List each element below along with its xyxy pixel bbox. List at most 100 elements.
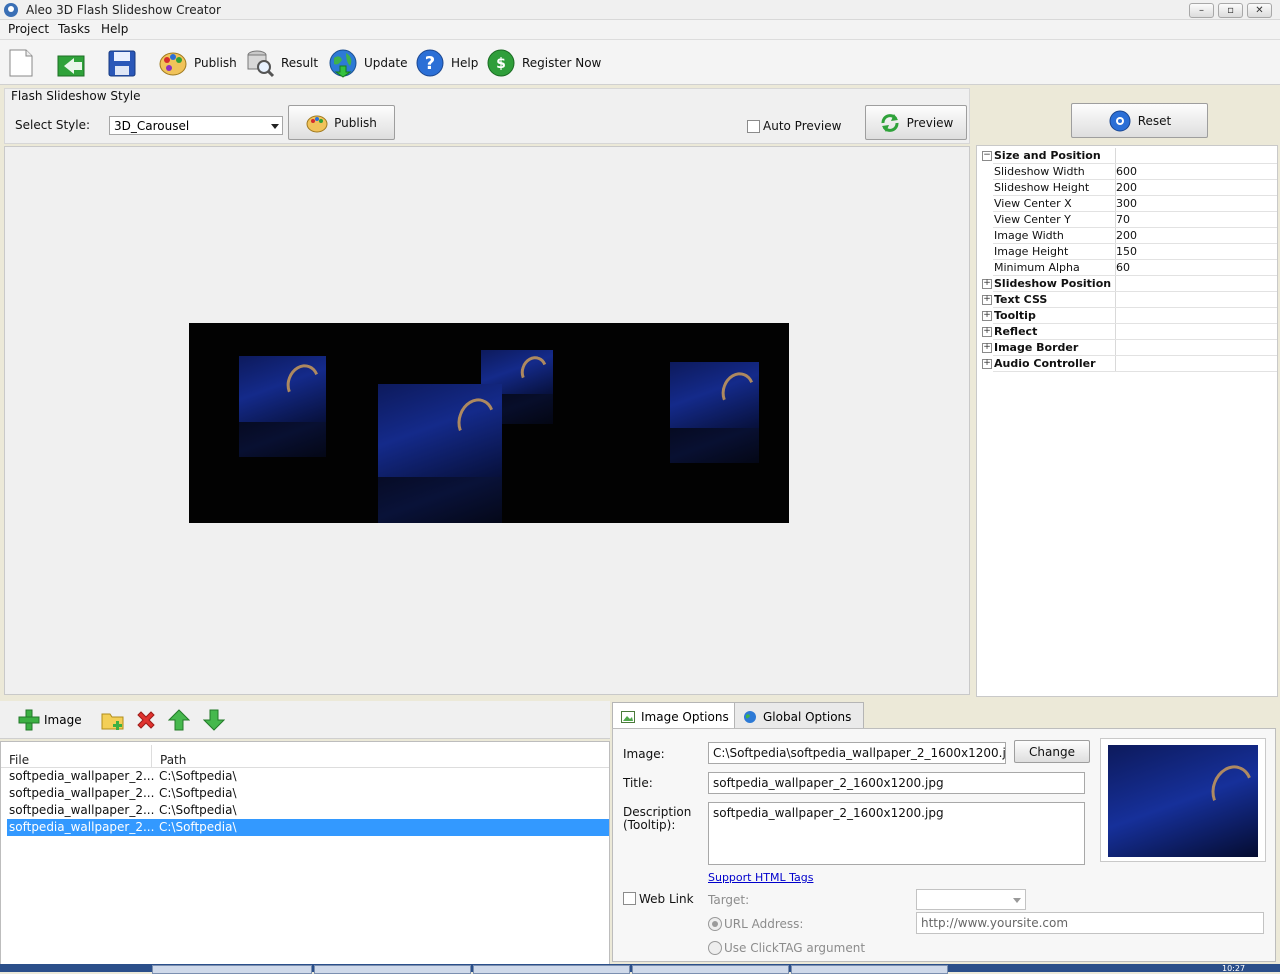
new-button[interactable] <box>6 46 36 80</box>
update-button[interactable]: Update <box>328 46 407 80</box>
expand-icon[interactable]: + <box>982 311 992 321</box>
add-folder-button[interactable] <box>101 709 125 734</box>
publish-toolbar-button[interactable]: Publish <box>158 46 237 80</box>
property-row[interactable]: Minimum Alpha 60 <box>977 260 1277 276</box>
open-button[interactable] <box>56 46 86 80</box>
window-title: Aleo 3D Flash Slideshow Creator <box>26 3 221 17</box>
tab-image-options[interactable]: Image Options <box>612 702 750 731</box>
image-file-list: File Path softpedia_wallpaper_2... C:\So… <box>0 741 610 965</box>
url-address-field[interactable]: http://www.yoursite.com <box>916 912 1264 934</box>
help-button[interactable]: ? Help <box>415 46 478 80</box>
property-row[interactable]: Image Height 150 <box>977 244 1277 260</box>
category-image-border[interactable]: + Image Border <box>977 340 1277 356</box>
expand-icon[interactable]: + <box>982 279 992 289</box>
url-address-radio[interactable] <box>708 917 722 931</box>
table-row-selected[interactable]: softpedia_wallpaper_2... C:\Softpedia\ <box>7 819 609 836</box>
category-label: Size and Position <box>994 149 1101 162</box>
carousel-slide-left-reflection <box>239 422 326 457</box>
file-path-cell: C:\Softpedia\ <box>159 820 237 834</box>
property-value[interactable]: 200 <box>1116 229 1137 242</box>
reset-button[interactable]: Reset <box>1071 103 1208 138</box>
table-row[interactable]: softpedia_wallpaper_2... C:\Softpedia\ <box>7 802 609 819</box>
table-row[interactable]: softpedia_wallpaper_2... C:\Softpedia\ <box>7 785 609 802</box>
carousel-slide-front <box>378 384 502 477</box>
web-link-checkbox[interactable] <box>623 892 636 905</box>
property-row[interactable]: Image Width 200 <box>977 228 1277 244</box>
property-row[interactable]: View Center Y 70 <box>977 212 1277 228</box>
target-select[interactable] <box>916 889 1026 910</box>
title-field[interactable]: softpedia_wallpaper_2_1600x1200.jpg <box>708 772 1085 794</box>
style-select[interactable]: 3D_Carousel <box>109 116 283 135</box>
taskbar-item[interactable] <box>152 965 312 974</box>
taskbar-item[interactable] <box>791 965 948 974</box>
expand-icon[interactable]: + <box>982 343 992 353</box>
save-button[interactable] <box>107 46 137 80</box>
publish-button-label: Publish <box>334 115 377 130</box>
menu-tasks[interactable]: Tasks <box>58 22 90 36</box>
expand-icon[interactable]: + <box>982 295 992 305</box>
publish-palette-icon <box>158 48 188 78</box>
globe-icon <box>744 710 756 723</box>
category-label: Tooltip <box>994 309 1036 322</box>
category-label: Reflect <box>994 325 1038 338</box>
result-search-icon <box>245 48 275 78</box>
support-html-tags-link[interactable]: Support HTML Tags <box>708 871 813 884</box>
taskbar-item[interactable] <box>632 965 789 974</box>
category-audio-controller[interactable]: + Audio Controller <box>977 356 1277 372</box>
register-now-button[interactable]: $ Register Now <box>486 46 601 80</box>
thumbnail-image <box>1108 745 1260 857</box>
move-up-button[interactable] <box>167 709 191 734</box>
result-button[interactable]: Result <box>245 46 318 80</box>
column-header-file[interactable]: File <box>1 745 151 767</box>
refresh-icon <box>881 113 899 132</box>
auto-preview-checkbox[interactable] <box>747 120 760 133</box>
category-label: Slideshow Position <box>994 277 1112 290</box>
flash-stage[interactable] <box>189 323 789 523</box>
property-row[interactable]: Slideshow Width 600 <box>977 164 1277 180</box>
category-text-css[interactable]: + Text CSS <box>977 292 1277 308</box>
publish-palette-icon <box>306 115 328 132</box>
property-value[interactable]: 200 <box>1116 181 1137 194</box>
category-tooltip[interactable]: + Tooltip <box>977 308 1277 324</box>
property-row[interactable]: Slideshow Height 200 <box>977 180 1277 196</box>
update-label: Update <box>364 56 408 70</box>
restore-button[interactable]: ▫ <box>1218 3 1243 18</box>
taskbar-item[interactable] <box>473 965 630 974</box>
property-value[interactable]: 150 <box>1116 245 1137 258</box>
table-row[interactable]: softpedia_wallpaper_2... C:\Softpedia\ <box>7 768 609 785</box>
svg-text:?: ? <box>425 53 435 74</box>
publish-button[interactable]: Publish <box>288 105 395 140</box>
close-button[interactable]: ✕ <box>1247 3 1272 18</box>
category-slideshow-position[interactable]: + Slideshow Position <box>977 276 1277 292</box>
target-label: Target: <box>708 893 750 907</box>
property-value[interactable]: 600 <box>1116 165 1137 178</box>
column-header-path[interactable]: Path <box>151 745 609 767</box>
flash-style-panel: Flash Slideshow Style Select Style: 3D_C… <box>4 88 970 144</box>
menu-help[interactable]: Help <box>101 22 128 36</box>
description-textarea[interactable]: softpedia_wallpaper_2_1600x1200.jpg <box>708 802 1085 865</box>
delete-image-button[interactable] <box>135 709 157 734</box>
add-image-button[interactable]: Image <box>18 709 82 731</box>
app-icon <box>4 3 18 17</box>
tab-global-options[interactable]: Global Options <box>734 702 864 730</box>
expand-icon[interactable]: + <box>982 327 992 337</box>
change-image-button[interactable]: Change <box>1014 740 1090 763</box>
register-money-icon: $ <box>486 48 516 78</box>
property-row[interactable]: View Center X 300 <box>977 196 1277 212</box>
category-reflect[interactable]: + Reflect <box>977 324 1277 340</box>
collapse-icon[interactable]: − <box>982 151 992 161</box>
expand-icon[interactable]: + <box>982 359 992 369</box>
menu-project[interactable]: Project <box>8 22 49 36</box>
property-value[interactable]: 300 <box>1116 197 1137 210</box>
clicktag-radio[interactable] <box>708 941 722 955</box>
category-size-and-position[interactable]: − Size and Position <box>977 148 1277 164</box>
move-down-button[interactable] <box>202 709 226 734</box>
svg-text:$: $ <box>496 56 506 72</box>
minimize-button[interactable]: – <box>1189 3 1214 18</box>
add-folder-icon <box>101 713 124 730</box>
property-value[interactable]: 70 <box>1116 213 1130 226</box>
preview-button[interactable]: Preview <box>865 105 967 140</box>
property-value[interactable]: 60 <box>1116 261 1130 274</box>
image-path-field[interactable]: C:\Softpedia\softpedia_wallpaper_2_1600x… <box>708 742 1006 764</box>
taskbar-item[interactable] <box>314 965 471 974</box>
